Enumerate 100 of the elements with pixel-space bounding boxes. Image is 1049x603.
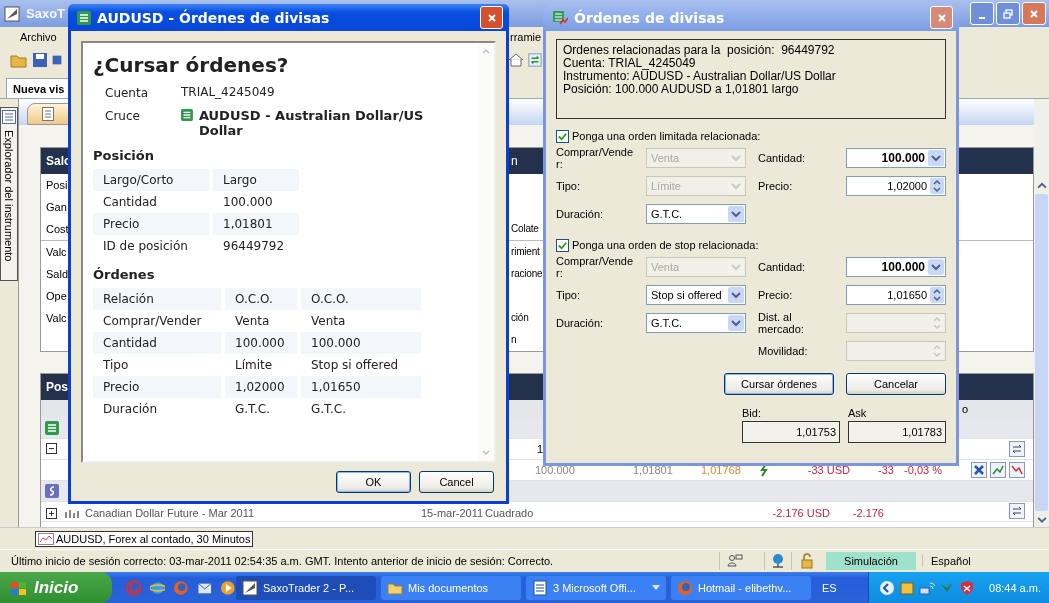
swap-icon[interactable] [1009,502,1025,519]
taskbar-button[interactable]: Mis documentos [381,575,521,600]
chevron-left-icon[interactable] [879,579,895,596]
field-label: Duración: [556,317,605,329]
info-line: Posición: 100.000 AUDUSD a 1,01801 largo [563,83,800,96]
tray-app-icon[interactable] [899,579,915,596]
close-button[interactable] [480,6,503,29]
checkbox[interactable] [556,129,569,143]
balance-label: Valc [46,311,67,324]
table-cell: 1,01650 [301,376,421,398]
expander-icon[interactable] [46,443,57,455]
ask-price-display: 1,01783 [848,421,946,443]
table-cell: 100.000 [301,332,421,354]
close-button[interactable] [930,6,953,29]
balance-label: n [511,334,517,346]
taskbar-button[interactable]: SaxoTrader 2 - P... [236,575,376,600]
table-cell: Cantidad [93,332,221,354]
checkbox-label[interactable]: Ponga una orden de stop relacionada: [572,239,759,251]
field-label: Cruce [105,108,141,123]
restore-icon [1003,8,1013,19]
cross-icon[interactable] [971,461,987,478]
table-cell: Largo/Corto [93,169,209,191]
status-message: Último inicio de sesión correcto: 03-mar-2011 02:54:35 a.m. GMT. Intento anterior de inicio de sesión: Correcto. [10,555,555,568]
dialog-button[interactable]: OK [336,471,411,493]
info-line: Ordenes relacionadas para la posición: 96449792 [563,44,836,57]
spinner-arrows-icon[interactable] [930,178,944,194]
app-icon [4,5,20,22]
trading-mode-indicator: Simulación [826,552,916,571]
amount-text: 1 [537,442,544,455]
save-icon[interactable] [32,51,48,68]
table-cell-text: 96449792 [222,238,286,255]
language-indicator[interactable]: ES [822,581,848,594]
dialog-button[interactable]: Cursar órdenes [724,373,834,395]
field-label: Precio: [757,289,794,301]
media-player-icon[interactable] [220,579,236,596]
spinner-field[interactable]: 1,02000 [846,176,946,196]
chart-tab[interactable]: AUDUSD, Forex al contado, 30 Minutos [35,530,254,547]
pnl-percent-text: -0,03 % [903,463,942,476]
browser-icon[interactable] [173,579,189,596]
bid-price-display: 1,01753 [742,421,840,443]
dropdown-field[interactable]: 100.000 [846,148,946,168]
network-globe-icon [770,553,786,570]
dropdown-field[interactable]: Stop si offered [646,285,746,305]
dialog-button[interactable]: Cancelar [846,373,946,395]
table-cell: Largo [213,169,299,191]
instrument-name: AUDUSD - Australian Dollar/US Dollar [198,108,425,138]
start-button[interactable]: Inicio [0,572,112,603]
close-icon [486,12,497,23]
spinner-field[interactable]: 1,01650 [846,285,946,305]
balance-label: racione [511,268,543,280]
expiry-date: 15-mar-2011 [421,506,485,519]
table-cell-text: Stop si offered [310,357,400,374]
spinner-arrows-icon[interactable] [930,287,944,303]
browser-icon[interactable] [149,579,166,596]
dropdown-field[interactable]: G.T.C. [646,313,746,333]
restore-button[interactable] [996,2,1020,26]
caret-icon [652,584,660,591]
field-label: Cuenta [105,85,150,100]
dropdown-field[interactable]: 100.000 [846,257,946,277]
instrument-explorer-sidebar[interactable]: Explorador del instrumento [0,106,18,281]
dropdown-field[interactable]: G.T.C. [646,204,746,224]
app-icon [242,579,258,596]
checkbox-label[interactable]: Ponga una orden limitada relacionada: [572,130,761,142]
dialog-button[interactable]: Cancel [419,471,494,493]
field-label: Duración: [556,208,605,220]
mail-icon[interactable] [196,579,213,596]
balance-label: Valc [46,245,67,258]
wireless-network-icon[interactable] [919,579,935,596]
scroll-thumb[interactable] [1035,194,1048,512]
shield-icon[interactable] [959,579,975,596]
checkbox[interactable] [556,238,569,252]
info-line: Cuenta: TRIAL_4245049 [563,57,696,70]
expander-icon[interactable] [46,507,57,519]
browser-icon [677,579,693,596]
table-cell: 1,01801 [213,213,299,235]
field-label: Tipo: [556,289,582,301]
table-cell-text: 100.000 [222,194,274,211]
home-icon[interactable] [508,51,524,68]
field-label: Dist. al mercado: [757,311,805,335]
close-button[interactable] [1022,2,1046,26]
table-cell-text: Venta [234,313,271,330]
field-label: Movilidad: [757,345,809,357]
minimize-button[interactable] [970,2,994,26]
account-value: TRIAL_4245049 [181,85,276,99]
column-header[interactable]: o [962,402,969,415]
swap-icon[interactable] [1009,440,1025,457]
pnl-text: -2.176 USD [771,506,830,519]
position-status: Cuadrado [485,506,535,519]
line-chart-icon [38,532,54,545]
window-title: SaxoT [26,6,65,22]
balance-label: Cost [46,222,69,235]
info-line: Instrumento: AUDUSD - Australian Dollar/US Dollar [563,70,837,83]
pnl-text: -33 USD [806,463,850,476]
table-cell-text: Tipo [102,357,130,374]
taskbar-button[interactable]: 3 Microsoft Offi... [526,575,666,600]
section-title: Órdenes [93,267,156,282]
table-cell: 100.000 [225,332,297,354]
section-title: Posición [93,148,155,163]
taskbar-button[interactable]: Hotmail - elibethv... [671,575,811,600]
table-cell-text: Duración [102,401,158,418]
